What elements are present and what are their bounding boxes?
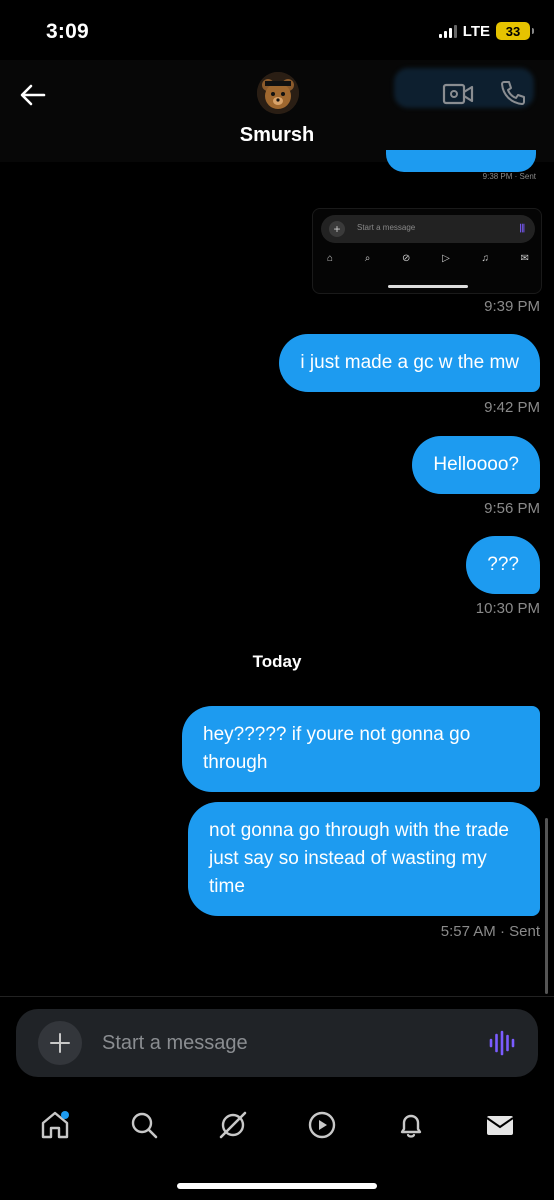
tab-grok[interactable] [213,1105,253,1145]
message-bubble-partial[interactable] [386,150,536,172]
conversation-header: Smursh [0,60,554,162]
status-time: 3:09 [46,20,89,43]
day-separator: Today [252,652,302,671]
notifications-icon: ♫ [481,253,489,264]
message-bubble[interactable]: Helloooo? [412,436,540,494]
tab-bar [0,1090,554,1160]
network-label: LTE [462,22,490,40]
video-icon: ▷ [442,253,450,264]
message-bubble[interactable]: ??? [466,536,540,594]
message-bubble[interactable]: not gonna go through with the trade just… [188,802,540,916]
back-arrow-icon[interactable] [18,80,48,110]
message-timestamp: 9:42 PM [484,399,540,416]
tab-home[interactable] [35,1105,75,1145]
add-media-button[interactable] [38,1021,82,1065]
contact-name[interactable]: Smursh [0,124,554,147]
search-icon [131,1112,157,1139]
message-bubble[interactable]: hey????? if youre not gonna go through [182,706,540,792]
message-input[interactable] [102,1027,462,1059]
status-indicators: LTE 33 [438,22,534,40]
video-call-icon[interactable] [442,80,474,108]
scrollbar[interactable] [545,818,548,994]
battery-level: 33 [505,23,521,39]
tab-messages[interactable] [480,1105,520,1145]
screenshot-compose-bar: + Start a message 𝄃𝄃 [321,215,535,243]
message-timestamp: 9:56 PM [484,500,540,517]
battery-icon: 33 [496,22,534,40]
message-timestamp: 9:38 PM · Sent [482,172,536,181]
notification-dot [60,1111,69,1119]
screenshot-home-indicator [388,285,468,288]
video-icon [308,1111,335,1139]
voice-message-icon[interactable] [488,1029,516,1057]
screenshot-nav: ⌂ ⌕ ⊘ ▷ ♫ ✉ [321,253,535,264]
bear-avatar-icon [257,72,299,114]
notifications-icon [400,1114,421,1138]
search-icon: ⌕ [364,253,371,264]
message-timestamp: 5:57 AM · Sent [440,923,540,940]
tab-notifications[interactable] [391,1105,431,1145]
home-icon: ⌂ [327,253,334,264]
image-attachment[interactable]: + Start a message 𝄃𝄃 ⌂ ⌕ ⊘ ▷ ♫ ✉ [312,208,542,294]
compose-bar [16,1009,538,1077]
message-timestamp: 9:39 PM [484,298,540,315]
signal-icon [438,24,457,38]
plus-icon: + [329,221,345,237]
divider [0,996,554,997]
tab-search[interactable] [124,1105,164,1145]
home-indicator [177,1183,377,1189]
grok-icon: ⊘ [402,253,411,264]
screenshot-placeholder: Start a message [357,223,416,232]
tab-video[interactable] [302,1105,342,1145]
avatar[interactable] [257,72,299,114]
voice-icon: 𝄃𝄃 [520,223,525,235]
message-bubble[interactable]: i just made a gc w the mw [279,334,540,392]
status-bar: 3:09 LTE 33 [0,0,554,66]
message-timestamp: 10:30 PM [475,600,540,617]
phone-call-icon[interactable] [498,78,528,108]
grok-icon [219,1111,246,1139]
messages-icon: ✉ [520,253,529,264]
messages-icon [485,1116,514,1135]
